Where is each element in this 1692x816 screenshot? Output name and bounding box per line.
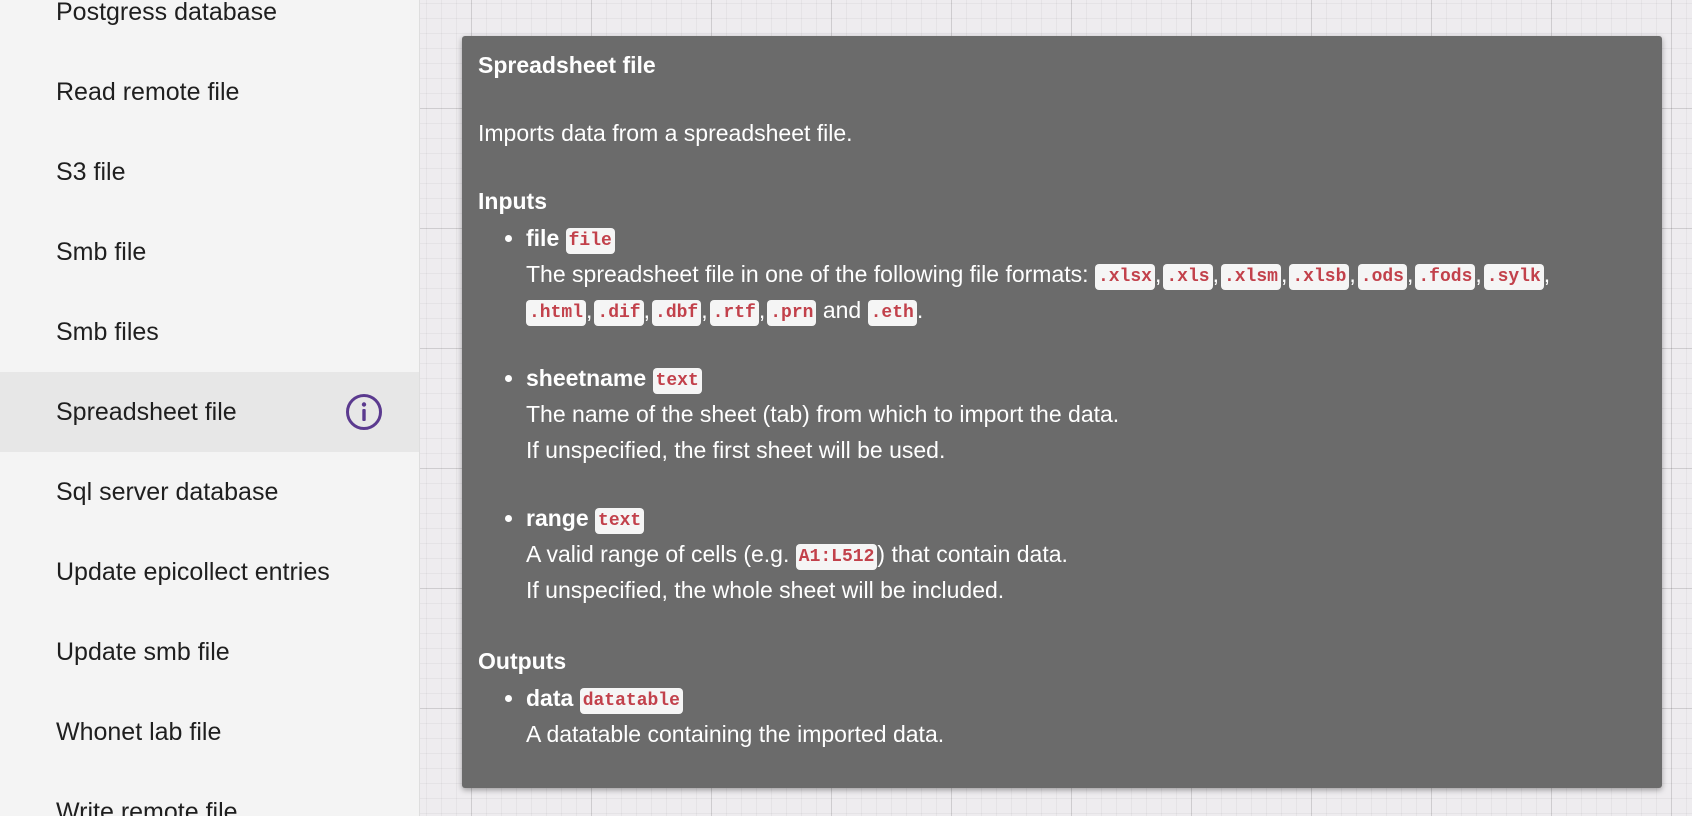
sidebar-item-label: Write remote file bbox=[56, 797, 238, 816]
input-sheetname: sheetname text The name of the sheet (ta… bbox=[526, 360, 1646, 468]
param-name: file bbox=[526, 225, 560, 251]
sidebar-list: Postgress database Read remote file S3 f… bbox=[0, 0, 419, 816]
format-badge: .xls bbox=[1163, 264, 1213, 290]
param-name: sheetname bbox=[526, 365, 647, 391]
sidebar-item-label: Sql server database bbox=[56, 477, 279, 506]
and-word: and bbox=[822, 297, 862, 323]
param-name: range bbox=[526, 505, 589, 531]
format-badge: .fods bbox=[1415, 264, 1476, 290]
sidebar-item-s3-file[interactable]: S3 file bbox=[0, 132, 419, 212]
sidebar-item-whonet-lab-file[interactable]: Whonet lab file bbox=[0, 692, 419, 772]
format-badge: .xlsm bbox=[1220, 264, 1281, 290]
param-description: If unspecified, the first sheet will be … bbox=[526, 437, 946, 463]
info-icon[interactable] bbox=[345, 393, 383, 431]
format-badge: .dbf bbox=[652, 300, 702, 326]
format-badge: .html bbox=[526, 300, 587, 326]
example-badge: A1:L512 bbox=[795, 544, 878, 570]
output-data: data datatable A datatable containing th… bbox=[526, 680, 1646, 752]
param-description-text: A valid range of cells (e.g. bbox=[526, 541, 790, 567]
inputs-heading: Inputs bbox=[478, 188, 547, 214]
param-description: The name of the sheet (tab) from which t… bbox=[526, 401, 1120, 427]
param-type-badge: file bbox=[565, 228, 615, 254]
doc-description: Imports data from a spreadsheet file. bbox=[478, 120, 853, 146]
sidebar-item-spreadsheet-file[interactable]: Spreadsheet file bbox=[0, 372, 419, 452]
sidebar-item-sql-server-database[interactable]: Sql server database bbox=[0, 452, 419, 532]
sidebar-item-label: Read remote file bbox=[56, 77, 240, 106]
format-badge: .sylk bbox=[1483, 264, 1544, 290]
sidebar-item-label: Whonet lab file bbox=[56, 717, 222, 746]
outputs-list: data datatable A datatable containing th… bbox=[478, 680, 1646, 752]
sidebar-item-write-remote-file[interactable]: Write remote file bbox=[0, 772, 419, 816]
format-badge: .ods bbox=[1357, 264, 1407, 290]
sidebar-item-update-epicollect-entries[interactable]: Update epicollect entries bbox=[0, 532, 419, 612]
param-description: A valid range of cells (e.g. A1:L512) th… bbox=[526, 536, 1646, 572]
outputs-heading: Outputs bbox=[478, 648, 567, 674]
param-description: A datatable containing the imported data… bbox=[526, 721, 945, 747]
sidebar-item-read-remote-file[interactable]: Read remote file bbox=[0, 52, 419, 132]
param-description-text: ) that contain data. bbox=[877, 541, 1068, 567]
documentation-tooltip: Spreadsheet file Imports data from a spr… bbox=[462, 36, 1662, 788]
sidebar-item-label: S3 file bbox=[56, 157, 126, 186]
input-range: range text A valid range of cells (e.g. … bbox=[526, 500, 1646, 608]
sidebar-item-smb-file[interactable]: Smb file bbox=[0, 212, 419, 292]
sidebar-item-label: Postgress database bbox=[56, 0, 277, 26]
param-name: data bbox=[526, 685, 574, 711]
format-badge: .prn bbox=[767, 300, 817, 326]
sidebar: Postgress database Read remote file S3 f… bbox=[0, 0, 420, 816]
format-badge: .rtf bbox=[709, 300, 759, 326]
sidebar-item-label: Smb file bbox=[56, 237, 147, 266]
format-badge: .xlsx bbox=[1094, 264, 1155, 290]
param-description-text: The spreadsheet file in one of the follo… bbox=[526, 261, 1089, 287]
format-badge: .eth bbox=[867, 300, 917, 326]
sidebar-item-postgress-database[interactable]: Postgress database bbox=[0, 0, 419, 52]
sidebar-item-update-smb-file[interactable]: Update smb file bbox=[0, 612, 419, 692]
format-badge: .dif bbox=[594, 300, 644, 326]
param-type-badge: text bbox=[595, 508, 645, 534]
sidebar-item-label: Update epicollect entries bbox=[56, 557, 330, 586]
inputs-list: file file The spreadsheet file in one of… bbox=[478, 220, 1646, 608]
input-file: file file The spreadsheet file in one of… bbox=[526, 220, 1646, 328]
param-description: If unspecified, the whole sheet will be … bbox=[526, 577, 1005, 603]
param-type-badge: text bbox=[652, 368, 702, 394]
format-badge: .xlsb bbox=[1289, 264, 1350, 290]
param-type-badge: datatable bbox=[579, 688, 683, 714]
doc-title: Spreadsheet file bbox=[478, 52, 656, 78]
sidebar-item-label: Update smb file bbox=[56, 637, 230, 666]
sidebar-item-label: Smb files bbox=[56, 317, 159, 346]
sidebar-item-smb-files[interactable]: Smb files bbox=[0, 292, 419, 372]
sidebar-item-label: Spreadsheet file bbox=[56, 397, 237, 426]
param-description: The spreadsheet file in one of the follo… bbox=[526, 256, 1646, 328]
